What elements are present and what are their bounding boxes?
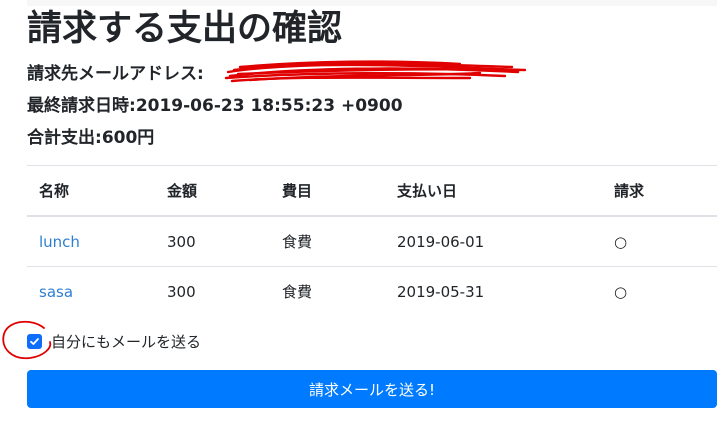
page-title: 請求する支出の確認 xyxy=(27,9,343,49)
annotation-circle xyxy=(2,320,52,360)
cell-billed: ○ xyxy=(614,282,628,301)
header-name: 名称 xyxy=(27,165,155,217)
send-self-label: 自分にもメールを送る xyxy=(51,332,202,351)
header-billed: 請求 xyxy=(602,165,717,217)
last-billed-value: 2019-06-23 18:55:23 +0900 xyxy=(135,96,403,116)
cell-amount: 300 xyxy=(167,282,196,301)
cell-billed: ○ xyxy=(602,216,717,267)
table-row: sasa 300 食費 2019-05-31 ○ xyxy=(27,267,717,317)
expense-table: 名称 金額 費目 支払い日 請求 lunch 300 食費 2019-06-01… xyxy=(27,165,717,316)
cell-date: 2019-05-31 xyxy=(397,282,485,301)
last-billed-line: 最終請求日時:2019-06-23 18:55:23 +0900 xyxy=(27,94,403,118)
cell-date: 2019-06-01 xyxy=(385,216,602,267)
total-value: 600円 xyxy=(101,128,155,148)
cell-category: 食費 xyxy=(282,283,313,301)
billing-email-label: 請求先メールアドレス: xyxy=(27,64,204,84)
redaction-scribble xyxy=(224,60,527,83)
expense-link[interactable]: sasa xyxy=(39,283,73,301)
last-billed-label: 最終請求日時: xyxy=(27,96,136,116)
top-bar xyxy=(27,0,717,6)
billing-email-line: 請求先メールアドレス: xyxy=(27,62,204,86)
cell-name: lunch xyxy=(27,216,155,267)
header-date: 支払い日 xyxy=(385,165,602,217)
table-row: lunch 300 食費 2019-06-01 ○ xyxy=(27,216,717,267)
header-amount: 金額 xyxy=(155,165,270,217)
cell-name: sasa xyxy=(27,267,155,317)
expense-link[interactable]: lunch xyxy=(39,233,80,251)
cell-category: 食費 xyxy=(270,216,385,267)
cell-amount: 300 xyxy=(155,216,270,267)
table-header-row: 名称 金額 費目 支払い日 請求 xyxy=(27,165,717,217)
send-billing-email-button[interactable]: 請求メールを送る! xyxy=(27,370,717,408)
header-category: 費目 xyxy=(270,165,385,217)
total-label: 合計支出: xyxy=(27,128,102,148)
total-line: 合計支出:600円 xyxy=(27,126,154,150)
